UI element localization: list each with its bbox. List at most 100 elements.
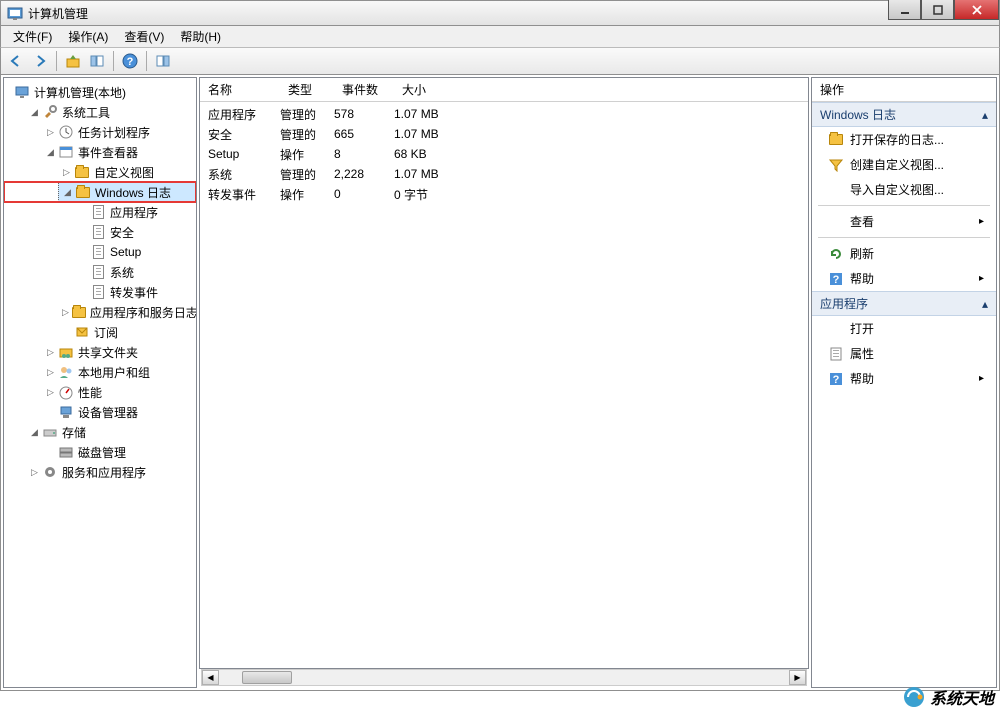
tree-label: 系统工具 (62, 104, 110, 121)
tree-task-scheduler[interactable]: ▷任务计划程序 (42, 122, 196, 142)
tree-root[interactable]: 计算机管理(本地) (10, 82, 196, 102)
action-view[interactable]: 查看 (812, 209, 996, 234)
menu-view[interactable]: 查看(V) (116, 26, 172, 47)
actions-header: 操作 (812, 78, 996, 102)
disk-icon (58, 444, 74, 460)
scroll-left-button[interactable]: ◀ (202, 670, 219, 685)
tree-log-system[interactable]: 系统 (74, 262, 196, 282)
close-button[interactable] (954, 0, 999, 20)
expand-icon[interactable]: ▷ (46, 128, 55, 137)
maximize-button[interactable] (921, 0, 954, 20)
cell-size: 0 字节 (394, 186, 484, 203)
tree-local-users[interactable]: ▷ 本地用户和组 (42, 362, 196, 382)
section-label: 应用程序 (820, 295, 868, 312)
tree-subscriptions[interactable]: 订阅 (58, 322, 196, 342)
tree-label: 本地用户和组 (78, 364, 150, 381)
tree-label: 计算机管理(本地) (34, 84, 126, 101)
spacer (78, 208, 87, 217)
shared-folder-icon (58, 344, 74, 360)
help-icon: ? (828, 271, 844, 287)
expand-icon[interactable]: ▷ (62, 168, 71, 177)
cell-size: 1.07 MB (394, 167, 484, 181)
action-refresh[interactable]: 刷新 (812, 241, 996, 266)
tree-label: 磁盘管理 (78, 444, 126, 461)
show-hide-tree-button[interactable] (86, 50, 108, 72)
svg-text:?: ? (833, 274, 840, 286)
window-controls (888, 0, 999, 20)
svg-text:?: ? (833, 374, 840, 386)
horizontal-scrollbar[interactable]: ◀ ▶ (201, 669, 807, 686)
cell-type: 管理的 (280, 166, 334, 183)
help-icon: ? (828, 371, 844, 387)
tree-shared-folders[interactable]: ▷共享文件夹 (42, 342, 196, 362)
actions-section-windows-logs[interactable]: Windows 日志▴ (812, 102, 996, 127)
tree-custom-views[interactable]: ▷ 自定义视图 (58, 162, 196, 182)
tree-app-service-logs[interactable]: ▷ 应用程序和服务日志 (58, 302, 196, 322)
collapse-icon[interactable]: ◢ (30, 108, 39, 117)
action-properties[interactable]: 属性 (812, 341, 996, 366)
list-row[interactable]: Setup操作868 KB (200, 144, 808, 164)
tree-device-manager[interactable]: 设备管理器 (42, 402, 196, 422)
minimize-button[interactable] (888, 0, 921, 20)
collapse-icon[interactable]: ◢ (46, 148, 55, 157)
tree-event-viewer[interactable]: ◢事件查看器 (42, 142, 196, 162)
actions-section-application[interactable]: 应用程序 ▴ (812, 291, 996, 316)
show-hide-action-button[interactable] (152, 50, 174, 72)
expand-icon[interactable]: ▷ (46, 368, 55, 377)
folder-icon (72, 304, 86, 320)
collapse-icon[interactable]: ▴ (982, 108, 988, 122)
expand-icon[interactable]: ▷ (46, 348, 55, 357)
help-button[interactable]: ? (119, 50, 141, 72)
tree-label: 自定义视图 (94, 164, 154, 181)
expand-icon[interactable]: ▷ (62, 308, 69, 317)
collapse-icon[interactable]: ◢ (63, 188, 72, 197)
collapse-icon[interactable]: ▴ (982, 297, 988, 311)
scroll-right-button[interactable]: ▶ (789, 670, 806, 685)
tree-log-setup[interactable]: Setup (74, 242, 196, 262)
tree-system-tools[interactable]: ◢ 系统工具 (26, 102, 196, 122)
back-button[interactable] (5, 50, 27, 72)
tree-log-application[interactable]: 应用程序 (74, 202, 196, 222)
event-viewer-icon (58, 144, 74, 160)
column-type[interactable]: 类型 (280, 77, 334, 102)
tree-label: 应用程序和服务日志 (90, 304, 197, 321)
tree-disk-mgmt[interactable]: 磁盘管理 (42, 442, 196, 462)
column-size[interactable]: 大小 (394, 77, 484, 102)
menu-file[interactable]: 文件(F) (5, 26, 60, 47)
properties-icon (828, 346, 844, 362)
action-help[interactable]: ?帮助 (812, 266, 996, 291)
list-pane: 名称 类型 事件数 大小 应用程序管理的5781.07 MB安全管理的6651.… (199, 77, 809, 669)
action-create-custom-view[interactable]: 创建自定义视图... (812, 152, 996, 177)
action-label: 属性 (850, 345, 874, 362)
expand-icon[interactable]: ▷ (30, 468, 39, 477)
action-open-saved-log[interactable]: 打开保存的日志... (812, 127, 996, 152)
tree-storage[interactable]: ◢存储 (26, 422, 196, 442)
tree-label: 应用程序 (110, 204, 158, 221)
spacer (78, 228, 87, 237)
cell-size: 1.07 MB (394, 107, 484, 121)
list-row[interactable]: 安全管理的6651.07 MB (200, 124, 808, 144)
tree-log-security[interactable]: 安全 (74, 222, 196, 242)
tree-performance[interactable]: ▷性能 (42, 382, 196, 402)
forward-button[interactable] (29, 50, 51, 72)
tree-windows-logs[interactable]: ◢Windows 日志 (58, 182, 196, 202)
list-row[interactable]: 系统管理的2,2281.07 MB (200, 164, 808, 184)
scroll-thumb[interactable] (242, 671, 292, 684)
action-help-2[interactable]: ?帮助 (812, 366, 996, 391)
action-open[interactable]: 打开 (812, 316, 996, 341)
cell-size: 68 KB (394, 147, 484, 161)
menu-action[interactable]: 操作(A) (60, 26, 116, 47)
tree-log-forwarded[interactable]: 转发事件 (74, 282, 196, 302)
column-name[interactable]: 名称 (200, 77, 280, 102)
column-count[interactable]: 事件数 (334, 77, 394, 102)
cell-type: 管理的 (280, 106, 334, 123)
expand-icon[interactable]: ▷ (46, 388, 55, 397)
action-label: 打开保存的日志... (850, 131, 944, 148)
list-row[interactable]: 应用程序管理的5781.07 MB (200, 104, 808, 124)
list-row[interactable]: 转发事件操作00 字节 (200, 184, 808, 204)
up-level-button[interactable] (62, 50, 84, 72)
collapse-icon[interactable]: ◢ (30, 428, 39, 437)
action-import-custom-view[interactable]: 导入自定义视图... (812, 177, 996, 202)
menu-help[interactable]: 帮助(H) (172, 26, 229, 47)
tree-services-apps[interactable]: ▷服务和应用程序 (26, 462, 196, 482)
